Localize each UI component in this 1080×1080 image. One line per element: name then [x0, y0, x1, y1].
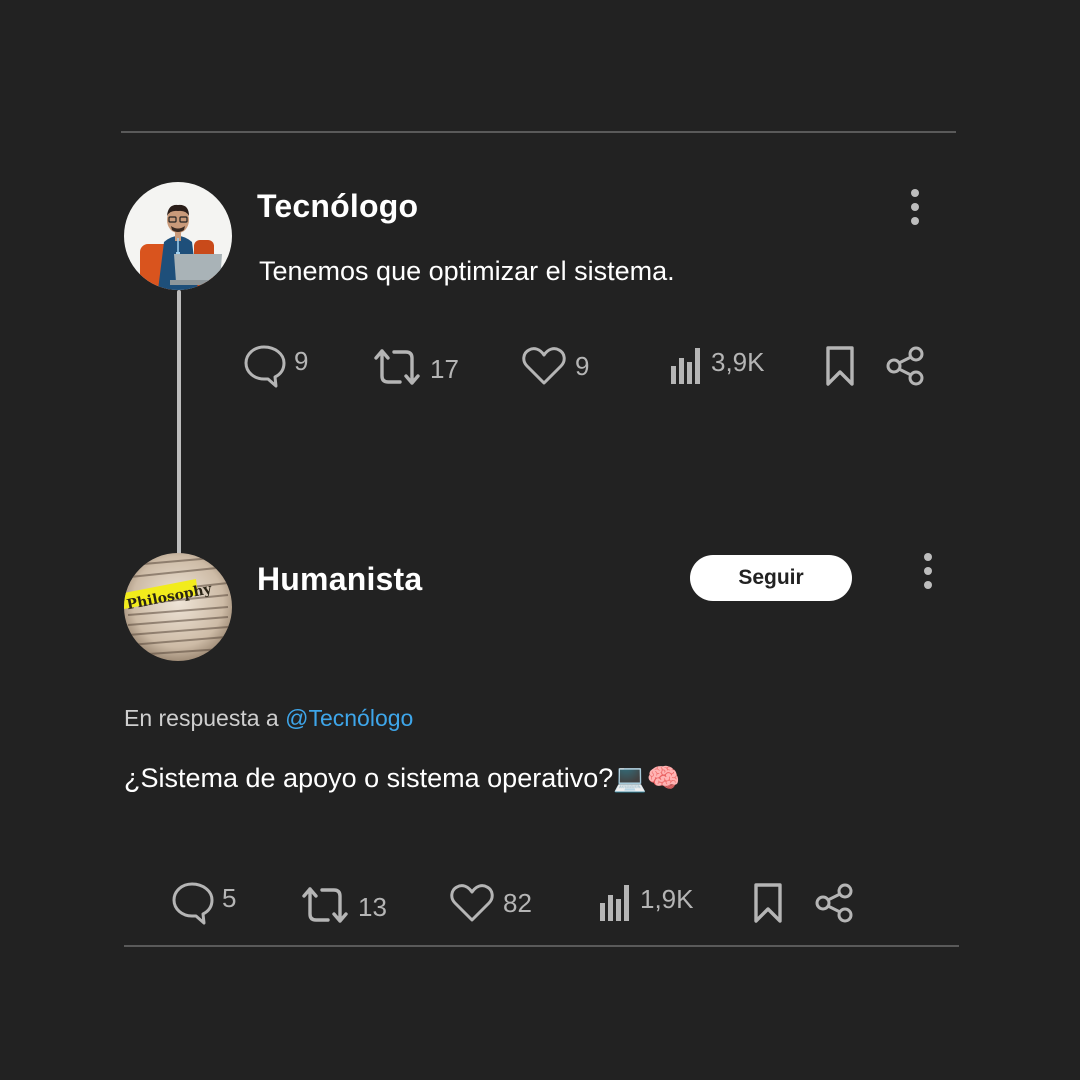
bottom-divider [124, 945, 959, 947]
views-count: 1,9K [640, 883, 694, 914]
dot [911, 217, 919, 225]
bookmark-button[interactable] [752, 882, 784, 924]
reply-prefix: En respuesta a [124, 705, 286, 731]
bookmark-icon [754, 883, 782, 923]
dot [911, 203, 919, 211]
views-button[interactable]: 3,9K [669, 344, 765, 386]
repost-button[interactable]: 13 [300, 884, 387, 926]
share-button[interactable] [815, 883, 855, 923]
dot [924, 581, 932, 589]
views-button[interactable]: 1,9K [598, 881, 694, 923]
follow-button[interactable]: Seguir [690, 555, 852, 601]
reply-context: En respuesta a @Tecnólogo [124, 705, 413, 732]
post-text: ¿Sistema de apoyo o sistema operativo?💻🧠 [124, 763, 681, 793]
reply-icon [244, 345, 286, 388]
dictionary-philosophy-image: Philosophy [124, 553, 232, 661]
dot [924, 567, 932, 575]
like-count: 82 [503, 887, 532, 918]
dot [911, 189, 919, 197]
views-icon [671, 348, 700, 384]
dot [924, 553, 932, 561]
reply-button[interactable]: 5 [170, 880, 236, 926]
like-icon [522, 347, 566, 385]
like-button[interactable]: 82 [449, 882, 532, 924]
views-icon [600, 885, 629, 921]
share-icon [886, 346, 924, 386]
more-vertical-icon[interactable] [918, 549, 938, 593]
like-count: 9 [575, 350, 590, 381]
share-icon [815, 883, 853, 923]
more-vertical-icon[interactable] [905, 185, 925, 229]
bookmark-button[interactable] [824, 345, 856, 387]
views-count: 3,9K [711, 346, 765, 377]
reply-handle-link[interactable]: @Tecnólogo [285, 705, 413, 731]
reply-icon [172, 882, 214, 925]
person-with-laptop-image [124, 182, 232, 290]
thread-connector-line [177, 290, 181, 558]
like-icon [450, 884, 494, 922]
repost-count: 17 [430, 353, 459, 384]
repost-icon [302, 887, 348, 923]
bookmark-icon [826, 346, 854, 386]
like-button[interactable]: 9 [521, 345, 589, 387]
avatar-humanista[interactable]: Philosophy [124, 553, 232, 661]
reply-count: 5 [222, 882, 237, 913]
repost-icon [374, 349, 420, 385]
top-divider [121, 131, 956, 133]
post-text: Tenemos que optimizar el sistema. [259, 256, 675, 286]
share-button[interactable] [886, 346, 926, 386]
repost-button[interactable]: 17 [372, 346, 459, 388]
avatar-tecnologo[interactable] [124, 182, 232, 290]
author-name[interactable]: Humanista [257, 561, 422, 598]
author-name[interactable]: Tecnólogo [257, 188, 418, 225]
reply-button[interactable]: 9 [242, 343, 308, 389]
reply-count: 9 [294, 345, 309, 376]
repost-count: 13 [358, 891, 387, 922]
